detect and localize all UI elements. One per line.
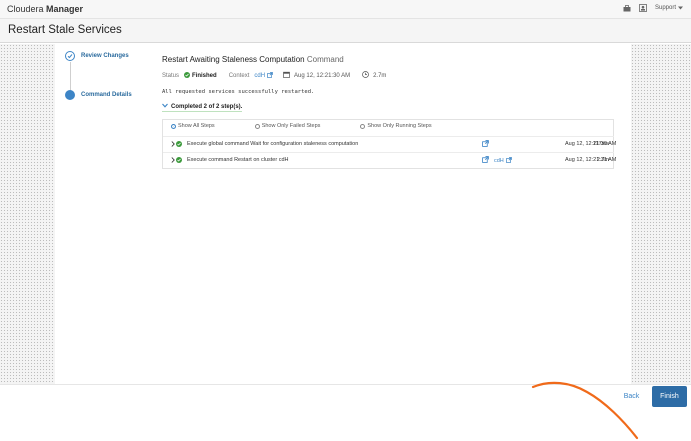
wizard-steps: Review Changes Command Details (55, 44, 148, 384)
command-title-text: Restart Awaiting Staleness Computation (162, 55, 305, 64)
step-description: Execute command Restart on cluster cdH (187, 157, 289, 163)
radio-selected-icon (171, 123, 176, 129)
external-link-icon (505, 157, 512, 165)
radio-show-running[interactable]: Show Only Running Steps (360, 123, 432, 129)
external-link-icon[interactable] (482, 140, 489, 149)
top-navbar: Cloudera Manager Support (0, 0, 691, 19)
chevron-right-icon[interactable] (171, 141, 175, 149)
radio-label: Show Only Failed Steps (261, 123, 321, 129)
context-link[interactable]: cdH (254, 71, 273, 80)
step-filter-radios: Show All Steps Show Only Failed Steps Sh… (171, 123, 472, 129)
radio-show-all[interactable]: Show All Steps (171, 123, 215, 129)
brand-logo[interactable]: Cloudera Manager (7, 4, 83, 14)
table-row[interactable]: Execute command Restart on cluster cdH c… (163, 152, 616, 167)
step-duration: 2.7m (596, 157, 609, 163)
support-menu[interactable]: Support (655, 5, 683, 11)
radio-label: Show Only Running Steps (367, 123, 432, 129)
status-badge: Finished (184, 71, 217, 80)
wizard-step-review-changes[interactable]: Review Changes (65, 51, 129, 61)
command-details-panel: Restart Awaiting Staleness Computation C… (148, 44, 631, 384)
completed-steps-text: Completed 2 of 2 step(s). (171, 103, 243, 110)
radio-icon (360, 123, 366, 129)
radio-label: Show All Steps (178, 123, 215, 129)
success-check-icon (176, 157, 182, 165)
duration: 2.7m (362, 71, 386, 80)
orange-annotation-stroke (531, 381, 639, 440)
finish-button[interactable]: Finish (652, 386, 687, 407)
success-check-icon (176, 141, 182, 149)
chevron-right-icon[interactable] (171, 157, 175, 165)
step-description: Execute global command Wait for configur… (187, 141, 359, 147)
clock-icon (362, 71, 369, 80)
check-circle-icon (65, 51, 75, 61)
success-check-icon (184, 71, 191, 80)
command-title-suffix: Command (306, 55, 344, 64)
chevron-down-icon (162, 103, 168, 110)
result-message: All requested services successfully rest… (162, 89, 315, 95)
wizard-step-label: Review Changes (81, 53, 129, 59)
completed-steps-toggle[interactable]: Completed 2 of 2 step(s). (162, 103, 243, 112)
context-label: Context (228, 72, 250, 79)
status-value: Finished (192, 72, 217, 79)
duration-value: 2.7m (373, 72, 387, 79)
status-label: Status (162, 72, 180, 79)
left-dotted-gutter (0, 44, 55, 384)
step-context-link[interactable]: cdH (494, 157, 512, 165)
brand-light-text: Cloudera (7, 4, 44, 14)
briefcase-icon[interactable] (623, 4, 631, 12)
top-right-menu: Support (623, 4, 683, 12)
user-icon[interactable] (639, 4, 647, 12)
step-duration: 117ms (592, 141, 609, 147)
external-link-icon (267, 71, 273, 80)
command-title: Restart Awaiting Staleness Computation C… (162, 55, 344, 64)
support-label: Support (654, 5, 676, 11)
page-title: Restart Stale Services (8, 24, 122, 36)
step-context-value: cdH (494, 158, 504, 164)
radio-icon (254, 123, 260, 129)
command-meta: Status Finished Context cdH Aug 12, 12:2… (162, 71, 398, 80)
start-time-value: Aug 12, 12:21:30 AM (294, 72, 351, 79)
caret-down-icon (678, 6, 683, 10)
active-step-icon (65, 90, 75, 100)
calendar-icon (283, 71, 290, 80)
radio-show-failed[interactable]: Show Only Failed Steps (254, 123, 321, 129)
brand-bold-text: Manager (46, 4, 84, 14)
steps-table: Show All Steps Show Only Failed Steps Sh… (162, 119, 616, 169)
wizard-step-label: Command Details (81, 92, 132, 98)
wizard-step-command-details[interactable]: Command Details (65, 90, 132, 100)
table-row[interactable]: Execute global command Wait for configur… (163, 136, 616, 151)
page-title-bar: Restart Stale Services (0, 19, 691, 43)
external-link-icon[interactable] (482, 156, 489, 165)
step-connector (70, 62, 71, 92)
context-value: cdH (254, 72, 266, 79)
right-dotted-gutter (631, 44, 691, 384)
start-time: Aug 12, 12:21:30 AM (283, 71, 350, 80)
